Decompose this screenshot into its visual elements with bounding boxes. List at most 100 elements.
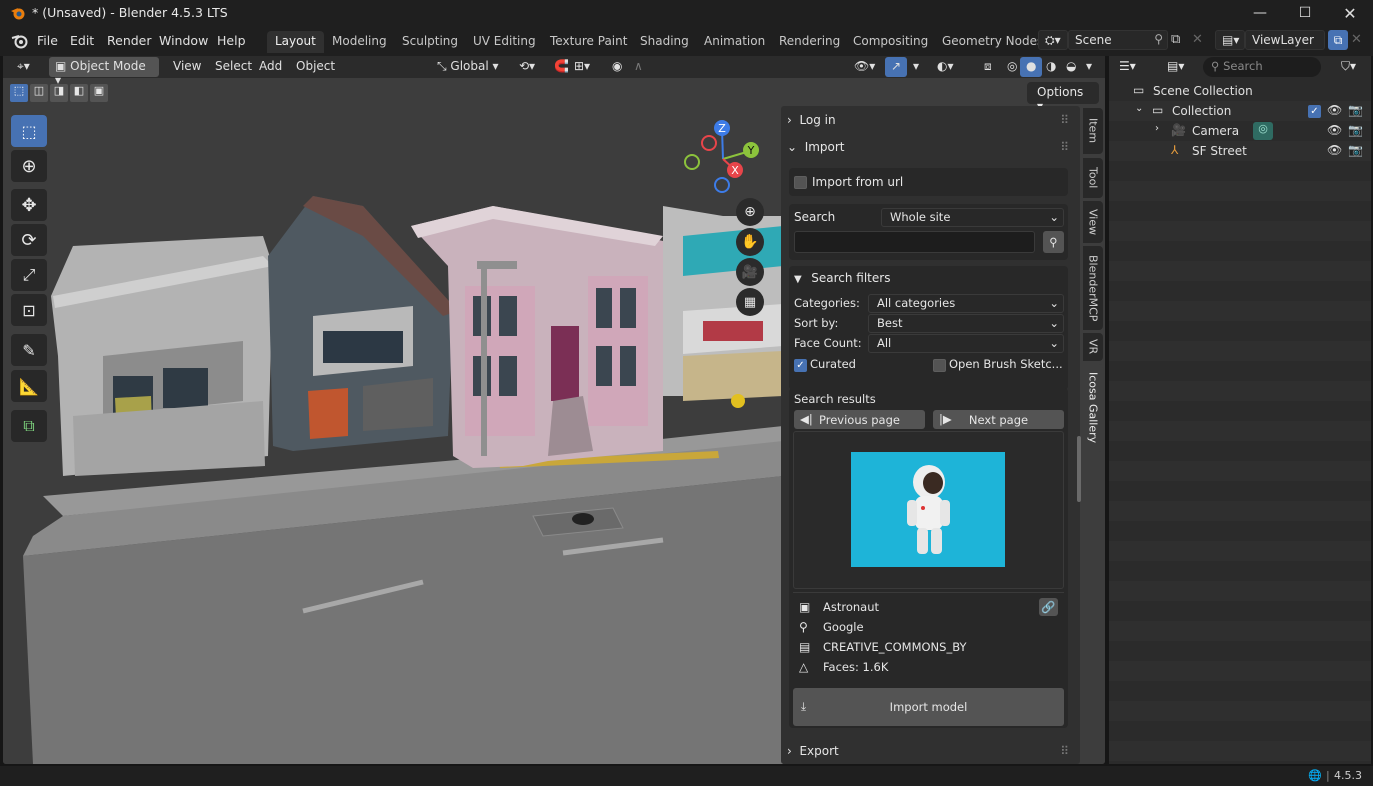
drag-handle-icon[interactable]: ⠿ [1060, 113, 1069, 127]
outliner-row-sf-street[interactable]: ⅄ SF Street 👁 📷 [1109, 141, 1371, 161]
search-button[interactable]: ⚲ [1043, 231, 1064, 253]
open-brush-checkbox[interactable] [933, 359, 946, 372]
tool-annotate[interactable]: ✎ [11, 334, 47, 366]
snap-target-icon[interactable]: ⊞▾ [568, 57, 596, 77]
delete-scene-icon[interactable]: ✕ [1192, 32, 1203, 47]
select-extend-icon[interactable]: ◫ [30, 84, 48, 102]
tool-scale[interactable]: ⤢ [11, 259, 47, 291]
editor-type-button[interactable]: ⌖▾ [11, 57, 36, 77]
visibility-icon[interactable]: 👁▾ [848, 57, 881, 77]
outliner-row-scene-collection[interactable]: ▭ Scene Collection [1109, 81, 1371, 101]
import-section-header[interactable]: ⌄ Import ⠿ [787, 140, 1071, 160]
tab-blendermcp[interactable]: BlenderMCP [1083, 246, 1103, 330]
tool-cursor[interactable]: ⊕ [11, 150, 47, 182]
sort-by-dropdown[interactable]: Best ⌄ [868, 314, 1064, 333]
maximize-button[interactable]: ☐ [1282, 0, 1328, 26]
pan-hand-icon[interactable]: ✋ [736, 228, 764, 256]
menu-render[interactable]: Render [107, 33, 152, 48]
search-scope-dropdown[interactable]: Whole site ⌄ [881, 208, 1064, 227]
scene-name-field[interactable]: Scene ⚲ [1068, 30, 1168, 50]
outliner-row-collection[interactable]: ⌄ ▭ Collection ✓ 👁 📷 [1109, 101, 1371, 121]
tool-select-box[interactable]: ⬚ [11, 115, 47, 147]
categories-dropdown[interactable]: All categories ⌄ [868, 294, 1064, 313]
proportional-edit-icon[interactable]: ◉ [606, 57, 628, 77]
new-scene-icon[interactable]: ⧉ [1171, 32, 1189, 50]
tool-transform[interactable]: ⊡ [11, 294, 47, 326]
menu-object[interactable]: Object [290, 57, 341, 77]
outliner-row-camera[interactable]: › 🎥 Camera ◎ 👁 📷 [1109, 121, 1371, 141]
tab-view[interactable]: View [1083, 201, 1103, 243]
overlays-icon[interactable]: ◐▾ [931, 57, 960, 77]
tab-icosa-gallery[interactable]: Icosa Gallery [1083, 364, 1103, 452]
zoom-icon[interactable]: ⊕ [736, 198, 764, 226]
filter-icon[interactable]: ⛉▾ [1341, 59, 1356, 74]
tab-layout[interactable]: Layout [267, 31, 324, 53]
tab-texture-paint[interactable]: Texture Paint [542, 31, 635, 53]
select-new-icon[interactable]: ⬚ [10, 84, 28, 102]
menu-add[interactable]: Add [253, 57, 288, 77]
login-section-header[interactable]: › Log in ⠿ [787, 113, 1071, 133]
export-section-header[interactable]: › Export ⠿ [787, 744, 1071, 762]
eye-icon[interactable]: 👁 [1327, 123, 1342, 137]
result-thumbnail-frame[interactable] [793, 431, 1064, 589]
face-count-dropdown[interactable]: All ⌄ [868, 334, 1064, 353]
blender-menu-icon[interactable] [11, 33, 29, 49]
menu-edit[interactable]: Edit [70, 33, 94, 48]
tab-item[interactable]: Item [1083, 108, 1103, 154]
tab-vr[interactable]: VR [1083, 333, 1103, 361]
minimize-button[interactable]: — [1237, 0, 1283, 26]
perspective-toggle-icon[interactable]: ▦ [736, 288, 764, 316]
tab-uv-editing[interactable]: UV Editing [465, 31, 544, 53]
tool-measure[interactable]: 📐 [11, 370, 47, 402]
tool-rotate[interactable]: ⟳ [11, 224, 47, 256]
menu-select[interactable]: Select [209, 57, 258, 77]
tab-shading[interactable]: Shading [632, 31, 697, 53]
outliner-editor-type-icon[interactable]: ☰▾ [1119, 59, 1136, 73]
chevron-right-icon[interactable]: › [1155, 123, 1159, 134]
menu-window[interactable]: Window [159, 33, 208, 48]
display-mode-icon[interactable]: ▤▾ [1167, 59, 1184, 73]
panel-scrollbar[interactable] [1077, 436, 1081, 502]
camera-render-icon[interactable]: 📷 [1348, 143, 1363, 157]
tab-modeling[interactable]: Modeling [324, 31, 395, 53]
chevron-down-icon[interactable]: ⌄ [1135, 103, 1143, 114]
eye-icon[interactable]: 👁 [1327, 143, 1342, 157]
select-intersect-icon[interactable]: ▣ [90, 84, 108, 102]
select-subtract-icon[interactable]: ◨ [50, 84, 68, 102]
options-button[interactable]: Options ▾ [1027, 82, 1099, 113]
gizmo-toggle-icon[interactable]: ↗ [885, 57, 908, 77]
tool-add-cube[interactable]: ⧉ [11, 410, 47, 442]
scene-selector-button[interactable]: ⛭▾ [1038, 30, 1068, 50]
camera-render-icon[interactable]: 📷 [1348, 123, 1363, 137]
eye-icon[interactable]: 👁 [1327, 103, 1342, 117]
transform-orientation-selector[interactable]: ⤡ Global ▾ [431, 57, 507, 77]
tab-rendering[interactable]: Rendering [771, 31, 848, 53]
tab-compositing[interactable]: Compositing [845, 31, 936, 53]
close-button[interactable]: ✕ [1327, 0, 1373, 26]
tool-move[interactable]: ✥ [11, 189, 47, 221]
new-view-layer-icon[interactable]: ⧉ [1328, 30, 1348, 50]
next-page-button[interactable]: |▶ Next page [933, 410, 1064, 429]
import-model-button[interactable]: ⤓ Import model [793, 688, 1064, 726]
camera-render-icon[interactable]: 📷 [1348, 103, 1363, 117]
pin-icon[interactable]: ⚲ [1154, 32, 1163, 46]
menu-file[interactable]: File [37, 33, 58, 48]
search-filters-header[interactable]: ▼ Search filters [794, 271, 1054, 289]
view-layer-selector-button[interactable]: ▤▾ [1215, 30, 1245, 50]
select-invert-icon[interactable]: ◧ [70, 84, 88, 102]
import-from-url-checkbox[interactable] [794, 176, 807, 189]
curated-checkbox[interactable]: ✓ [794, 359, 807, 372]
camera-view-icon[interactable]: 🎥 [736, 258, 764, 286]
drag-handle-icon[interactable]: ⠿ [1060, 140, 1069, 154]
collection-exclude-checkbox[interactable]: ✓ [1308, 105, 1321, 118]
delete-view-layer-icon[interactable]: ✕ [1351, 32, 1362, 47]
copy-link-button[interactable]: 🔗 [1039, 598, 1058, 616]
xray-icon[interactable]: ⧈ [978, 57, 998, 77]
falloff-icon[interactable]: ∧ [628, 57, 649, 77]
drag-handle-icon[interactable]: ⠿ [1060, 744, 1069, 758]
menu-view[interactable]: View [167, 57, 207, 77]
tab-sculpting[interactable]: Sculpting [394, 31, 466, 53]
tab-tool[interactable]: Tool [1083, 158, 1103, 198]
navigation-gizmo[interactable]: Z Y X [680, 115, 770, 197]
search-input[interactable] [794, 231, 1035, 253]
